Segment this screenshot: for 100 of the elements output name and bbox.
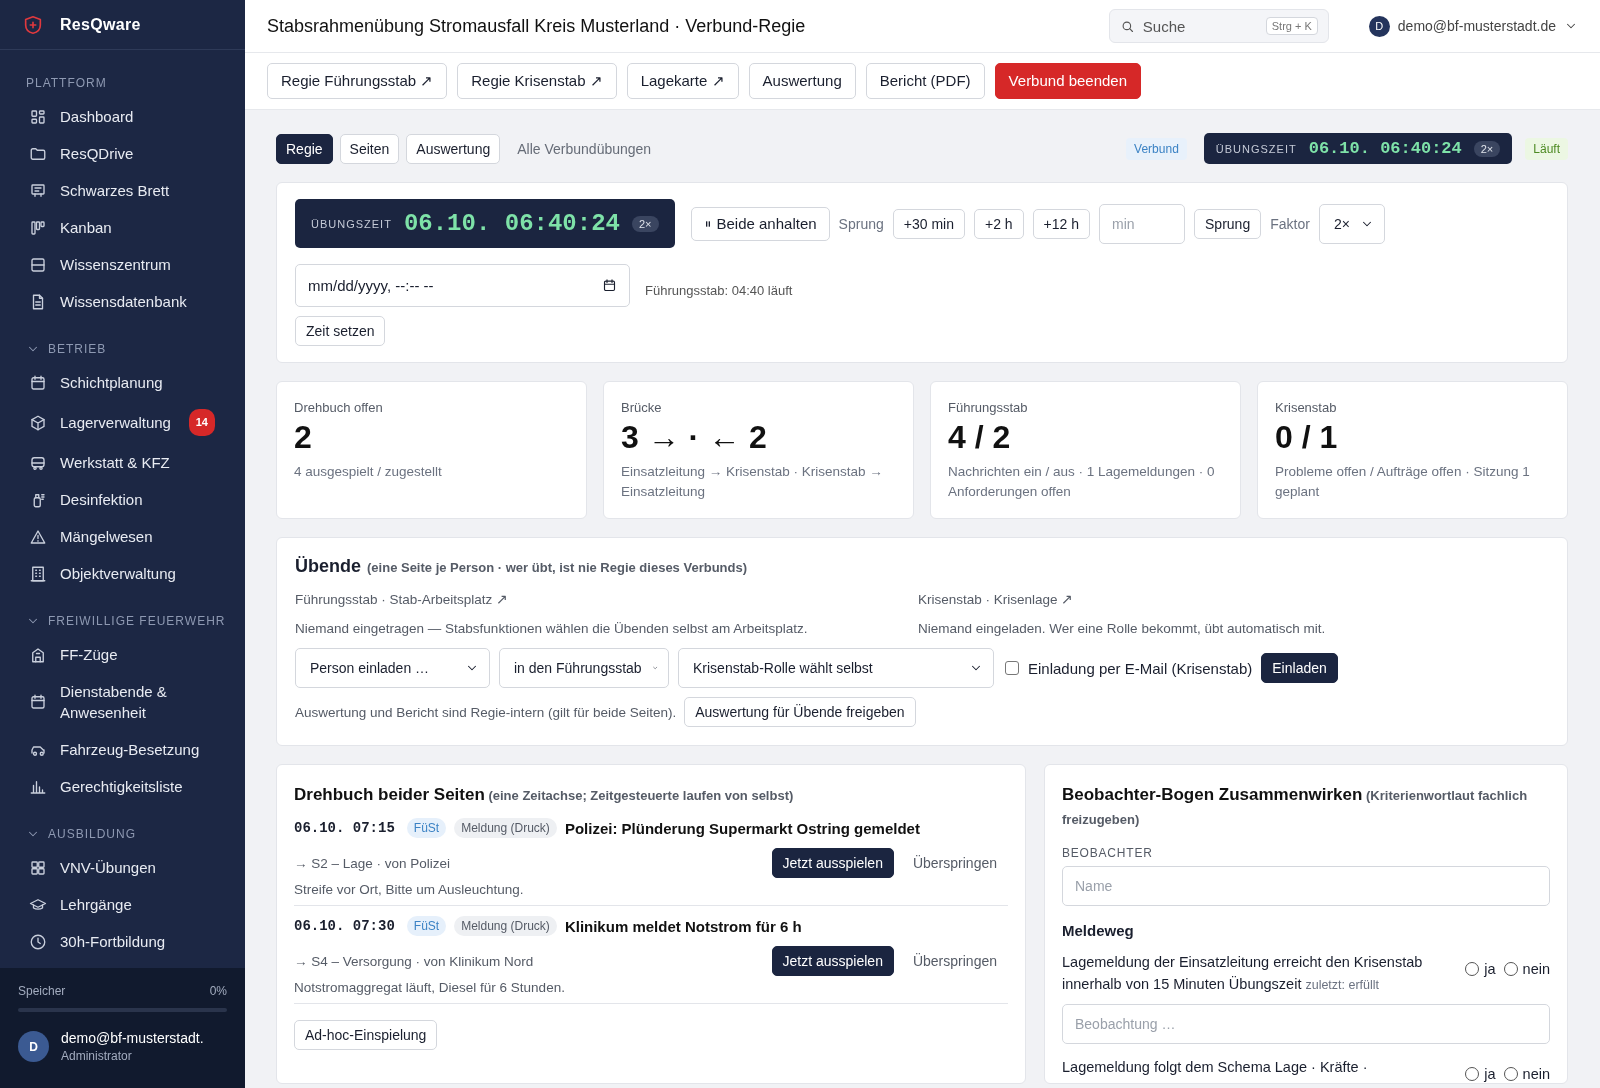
sidebar-item[interactable]: Lehrgänge xyxy=(0,886,245,923)
toolbar-button[interactable]: Regie Führungsstab ↗ xyxy=(267,63,448,99)
entry-time: 06.10. 07:30 xyxy=(294,918,395,934)
all-exercises-link[interactable]: Alle Verbundübungen xyxy=(517,140,652,157)
stat-detail: Probleme offen / Aufträge offen · Sitzung 1 geplant xyxy=(1275,463,1531,501)
workspace-link[interactable]: Krisenstab · Krisenlage ↗ xyxy=(918,591,1074,607)
radio-option[interactable]: nein xyxy=(1503,1066,1550,1082)
section-toggle[interactable]: AUSBILDUNG xyxy=(26,827,137,841)
search-field[interactable]: Suche Strg + K xyxy=(1108,9,1329,43)
grid-icon xyxy=(29,107,47,126)
entry-time: 06.10. 07:15 xyxy=(294,820,395,836)
count-badge: 14 xyxy=(188,409,215,436)
radio-option[interactable]: ja xyxy=(1465,1066,1496,1082)
skip-button[interactable]: Überspringen xyxy=(901,946,1008,976)
toolbar-button[interactable]: Bericht (PDF) xyxy=(865,63,985,99)
grid-icon xyxy=(29,858,47,877)
jump-button[interactable]: +2 h xyxy=(973,208,1024,239)
skip-button[interactable]: Überspringen xyxy=(901,848,1008,878)
stat-detail: 4 ausgespielt / zugestellt xyxy=(294,463,443,481)
panel-icon xyxy=(29,255,47,274)
radio-option[interactable]: nein xyxy=(1503,961,1550,977)
factor-label: Faktor xyxy=(1270,215,1310,232)
side-tag: FüSt xyxy=(406,916,447,936)
subsection-title: Meldeweg xyxy=(1062,922,1135,939)
jump-button[interactable]: Sprung xyxy=(1194,208,1262,239)
tab[interactable]: Auswertung xyxy=(406,133,501,164)
section-title: Übende xyxy=(295,556,361,577)
section-title: PLATTFORM xyxy=(26,76,107,90)
scope-badge: Verbund xyxy=(1126,137,1187,160)
minutes-field[interactable]: min xyxy=(1099,203,1186,244)
play-button[interactable]: Jetzt ausspielen xyxy=(771,946,894,976)
info-text: Niemand eingetragen — Stabsfunktionen wählen die Übenden selbst am Arbeitsplatz. xyxy=(295,621,809,636)
dropdown[interactable]: in den Führungsstab xyxy=(499,648,669,688)
sidebar-item[interactable]: Schichtplanung xyxy=(0,364,245,401)
field-label: BEOBACHTER xyxy=(1062,846,1154,860)
sidebar-item[interactable]: Desinfektion xyxy=(0,481,245,518)
datetime-field[interactable]: mm/dd/yyyy, --:-- -- xyxy=(295,264,630,307)
criterion-text: Lagemeldung der Einsatzleitung erreicht den Krisenstab innerhalb von 15 Minuten Übungszeit zuletzt: erfüllt xyxy=(1062,953,1424,994)
end-button[interactable]: Verbund beenden xyxy=(994,63,1142,99)
stat-label: Drehbuch offen xyxy=(294,400,384,415)
section-toggle[interactable]: BETRIEB xyxy=(26,342,107,356)
section-toggle[interactable]: FREIWILLIGE FEUERWEHR xyxy=(26,614,226,628)
entry-headline: Polizei: Plünderung Supermarkt Ostring gemeldet xyxy=(564,819,920,837)
sidebar-item[interactable]: Fahrzeug-Besetzung xyxy=(0,731,245,768)
user-menu[interactable]: D demo@bf-musterstadt.de xyxy=(1368,15,1578,37)
user-avatar: D xyxy=(18,1031,49,1062)
factor-select[interactable]: 2× xyxy=(1318,203,1385,244)
status-badge: Läuft xyxy=(1525,137,1568,160)
sidebar-item[interactable]: Mängelwesen xyxy=(0,518,245,555)
sidebar-item[interactable]: Lagerverwaltung 14 xyxy=(0,401,245,444)
jump-button[interactable]: +30 min xyxy=(892,208,965,239)
dropdown[interactable]: Krisenstab-Rolle wählt selbst xyxy=(678,648,994,688)
user-name: demo@bf-musterstadt. xyxy=(61,1030,204,1046)
jump-button[interactable]: +12 h xyxy=(1032,208,1091,239)
page-title: Stabsrahmenübung Stromausfall Kreis Musterland · Verbund-Regie xyxy=(267,15,807,37)
observation-field[interactable]: Beobachtung … xyxy=(1062,1004,1550,1044)
noticeboard-icon xyxy=(29,181,47,200)
sidebar-item[interactable]: 30h-Fortbildung xyxy=(0,923,245,960)
pause-button[interactable]: Beide anhalten xyxy=(690,206,830,241)
release-button[interactable]: Auswertung für Übende freigeben xyxy=(684,697,916,727)
sidebar-item[interactable]: Werkstatt & KFZ xyxy=(0,444,245,481)
set-time-button[interactable]: Zeit setzen xyxy=(295,316,386,346)
sidebar-item[interactable]: Schwarzes Brett xyxy=(0,172,245,209)
toolbar-button[interactable]: Auswertung xyxy=(748,63,856,99)
workspace-link[interactable]: Führungsstab · Stab-Arbeitsplatz ↗ xyxy=(295,591,509,607)
sidebar-item[interactable]: ResQDrive xyxy=(0,135,245,172)
name-field[interactable]: Name xyxy=(1062,866,1550,906)
calendar-icon xyxy=(29,693,47,711)
stat-value: 2 xyxy=(294,419,313,456)
cube-icon xyxy=(29,413,47,432)
sidebar-item[interactable]: Wissenszentrum xyxy=(0,246,245,283)
entry-route: → S4 – Versorgung · von Klinikum Nord xyxy=(294,953,535,969)
stat-label: Führungsstab xyxy=(948,400,1029,415)
tab[interactable]: Seiten xyxy=(339,133,400,164)
toolbar-button[interactable]: Regie Krisenstab ↗ xyxy=(457,63,617,99)
tab[interactable]: Regie xyxy=(276,133,333,164)
radio-option[interactable]: ja xyxy=(1465,961,1496,977)
play-button[interactable]: Jetzt ausspielen xyxy=(771,848,894,878)
sidebar-item[interactable]: FF-Züge xyxy=(0,636,245,673)
sidebar-item[interactable]: VNV-Übungen xyxy=(0,849,245,886)
speed-badge: 2× xyxy=(1473,140,1501,157)
section-subtitle: (eine Seite je Person · wer übt, ist nie Regie dieses Verbunds) xyxy=(367,560,748,575)
criterion-text: Lagemeldung folgt dem Schema Lage · Kräfte · xyxy=(1062,1058,1369,1077)
sidebar-item[interactable]: Objektverwaltung xyxy=(0,555,245,592)
sidebar-item[interactable]: Dienstabende & Anwesenheit xyxy=(0,673,245,731)
clock-label: ÜBUNGSZEIT xyxy=(1215,142,1297,155)
user-avatar: D xyxy=(1368,15,1390,37)
side-tag: FüSt xyxy=(406,818,447,838)
sidebar-item[interactable]: Dashboard xyxy=(0,98,245,135)
user-role: Administrator xyxy=(61,1049,133,1063)
sidebar-item[interactable]: Kanban xyxy=(0,209,245,246)
adhoc-button[interactable]: Ad-hoc-Einspielung xyxy=(294,1020,438,1050)
section-heading: Beobachter-Bogen Zusammenwirken (Kriterienwortlaut fachlich freizugeben) xyxy=(1062,784,1529,829)
dropdown[interactable]: Person einladen … xyxy=(295,648,490,688)
sidebar-item[interactable]: Wissensdatenbank xyxy=(0,283,245,320)
invite-button[interactable]: Einladen xyxy=(1261,653,1338,683)
email-checkbox[interactable]: Einladung per E-Mail (Krisenstab) xyxy=(1005,659,1253,677)
sidebar-item[interactable]: Gerechtigkeitsliste xyxy=(0,768,245,805)
pause-icon xyxy=(703,219,712,228)
toolbar-button[interactable]: Lagekarte ↗ xyxy=(626,63,739,99)
